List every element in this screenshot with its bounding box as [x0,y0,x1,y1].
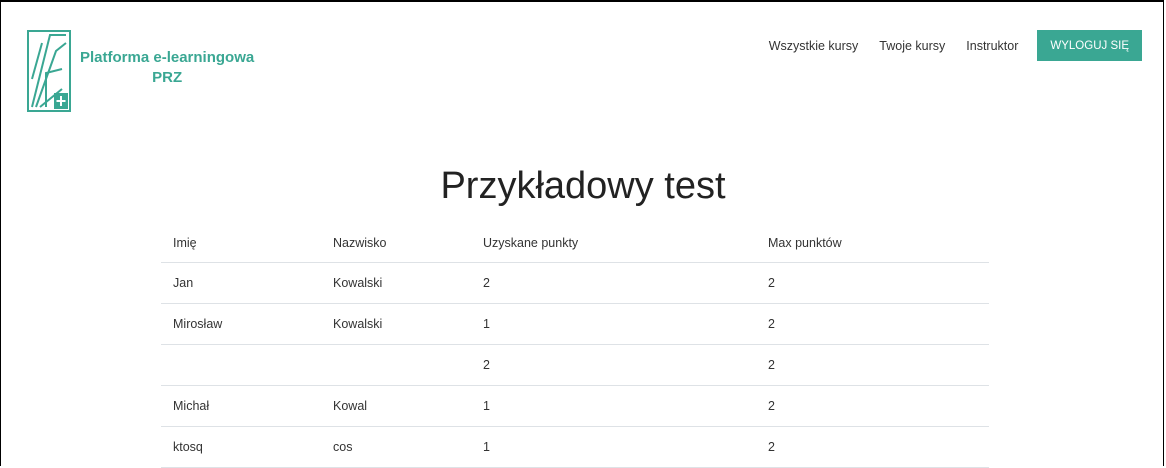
cell-first-name [161,344,321,386]
top-nav: Wszystkie kursy Twoje kursy Instruktor W… [769,30,1142,61]
page-frame: Platforma e-learningowa PRZ Wszystkie ku… [0,0,1164,468]
cell-first-name: Mirosław [161,303,321,345]
column-header-max-points: Max punktów [756,224,989,263]
cell-first-name: Michał [161,385,321,427]
cell-points-earned: 1 [471,385,756,427]
cell-last-name: Kowal [321,385,471,427]
logout-button[interactable]: WYLOGUJ SIĘ [1037,30,1142,61]
nav-link-your-courses[interactable]: Twoje kursy [879,39,945,53]
cell-last-name: Kowalski [321,303,471,345]
cell-last-name: Kowalski [321,262,471,304]
nav-link-all-courses[interactable]: Wszystkie kursy [769,39,859,53]
table-row: ktosq cos 1 2 [161,426,989,468]
table-row: 2 2 [161,344,989,386]
cell-max-points: 2 [756,262,989,304]
brand-name-line2: PRZ [152,69,183,86]
page-title: Przykładowy test [440,165,726,207]
table-row: Mirosław Kowalski 1 2 [161,303,989,345]
column-header-first-name: Imię [161,224,321,263]
cell-points-earned: 2 [471,262,756,304]
cell-max-points: 2 [756,426,989,468]
cell-last-name: cos [321,426,471,468]
results-table: Imię Nazwisko Uzyskane punkty Max punktó… [161,224,989,468]
cell-last-name [321,344,471,386]
cell-points-earned: 1 [471,426,756,468]
nav-link-instructor[interactable]: Instruktor [966,39,1018,53]
cell-first-name: Jan [161,262,321,304]
column-header-points-earned: Uzyskane punkty [471,224,756,263]
cell-first-name: ktosq [161,426,321,468]
table-row: Michał Kowal 1 2 [161,385,989,427]
column-header-last-name: Nazwisko [321,224,471,263]
cell-max-points: 2 [756,303,989,345]
cell-points-earned: 1 [471,303,756,345]
table-header: Imię Nazwisko Uzyskane punkty Max punktó… [161,224,989,263]
prz-logo-icon [27,30,71,112]
table-header-row: Imię Nazwisko Uzyskane punkty Max punktó… [161,224,989,263]
brand-logo[interactable]: Platforma e-learningowa PRZ [26,29,254,113]
cell-points-earned: 2 [471,344,756,386]
cell-max-points: 2 [756,344,989,386]
cell-max-points: 2 [756,385,989,427]
table-row: Jan Kowalski 2 2 [161,262,989,304]
brand-name-line1: Platforma e-learningowa [80,49,255,66]
table-body: Jan Kowalski 2 2 Mirosław Kowalski 1 2 2… [161,262,989,468]
brand-name: Platforma e-learningowa PRZ [80,48,254,88]
